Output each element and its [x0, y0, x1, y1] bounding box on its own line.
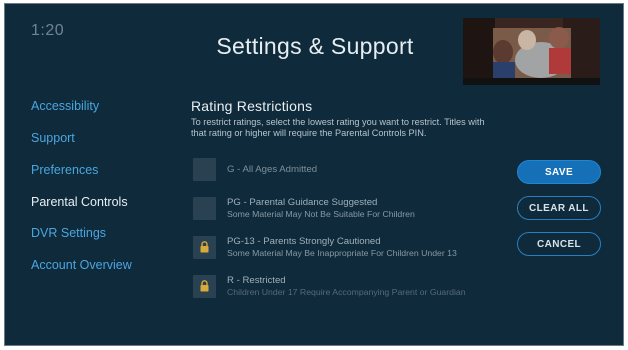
sidebar-item-account-overview[interactable]: Account Overview — [31, 258, 132, 272]
rating-option-g[interactable]: G - All Ages Admitted — [193, 158, 493, 182]
rating-option-r[interactable]: R - Restricted Children Under 17 Require… — [193, 275, 493, 299]
rating-option-pg13[interactable]: PG-13 - Parents Strongly Cautioned Some … — [193, 236, 493, 260]
rating-title: R - Restricted — [227, 275, 286, 286]
sidebar-item-parental-controls[interactable]: Parental Controls — [31, 195, 128, 209]
tv-screen: 1:20 Settings & Support Accessibility Su… — [4, 3, 624, 346]
sidebar-item-dvr-settings[interactable]: DVR Settings — [31, 226, 106, 240]
sidebar-item-accessibility[interactable]: Accessibility — [31, 99, 99, 113]
rating-option-pg[interactable]: PG - Parental Guidance Suggested Some Ma… — [193, 197, 493, 221]
rating-subtitle: Some Material May Not Be Suitable For Ch… — [227, 209, 415, 219]
rating-checkbox[interactable] — [193, 275, 216, 298]
lock-icon — [200, 280, 209, 292]
section-title: Rating Restrictions — [191, 98, 313, 114]
video-frame-image — [463, 18, 600, 85]
rating-checkbox[interactable] — [193, 197, 216, 220]
rating-checkbox[interactable] — [193, 236, 216, 259]
rating-title: PG-13 - Parents Strongly Cautioned — [227, 236, 381, 247]
rating-title: PG - Parental Guidance Suggested — [227, 197, 378, 208]
sidebar-item-support[interactable]: Support — [31, 131, 75, 145]
rating-subtitle: Some Material May Be Inappropriate For C… — [227, 248, 457, 258]
live-video-preview[interactable] — [463, 18, 600, 85]
rating-subtitle: Children Under 17 Require Accompanying P… — [227, 287, 466, 297]
rating-title: G - All Ages Admitted — [227, 164, 318, 175]
save-button[interactable]: SAVE — [517, 160, 601, 184]
sidebar-item-preferences[interactable]: Preferences — [31, 163, 98, 177]
lock-icon — [200, 241, 209, 253]
section-description: To restrict ratings, select the lowest r… — [191, 117, 485, 139]
clear-all-button[interactable]: CLEAR ALL — [517, 196, 601, 220]
rating-checkbox[interactable] — [193, 158, 216, 181]
cancel-button[interactable]: CANCEL — [517, 232, 601, 256]
